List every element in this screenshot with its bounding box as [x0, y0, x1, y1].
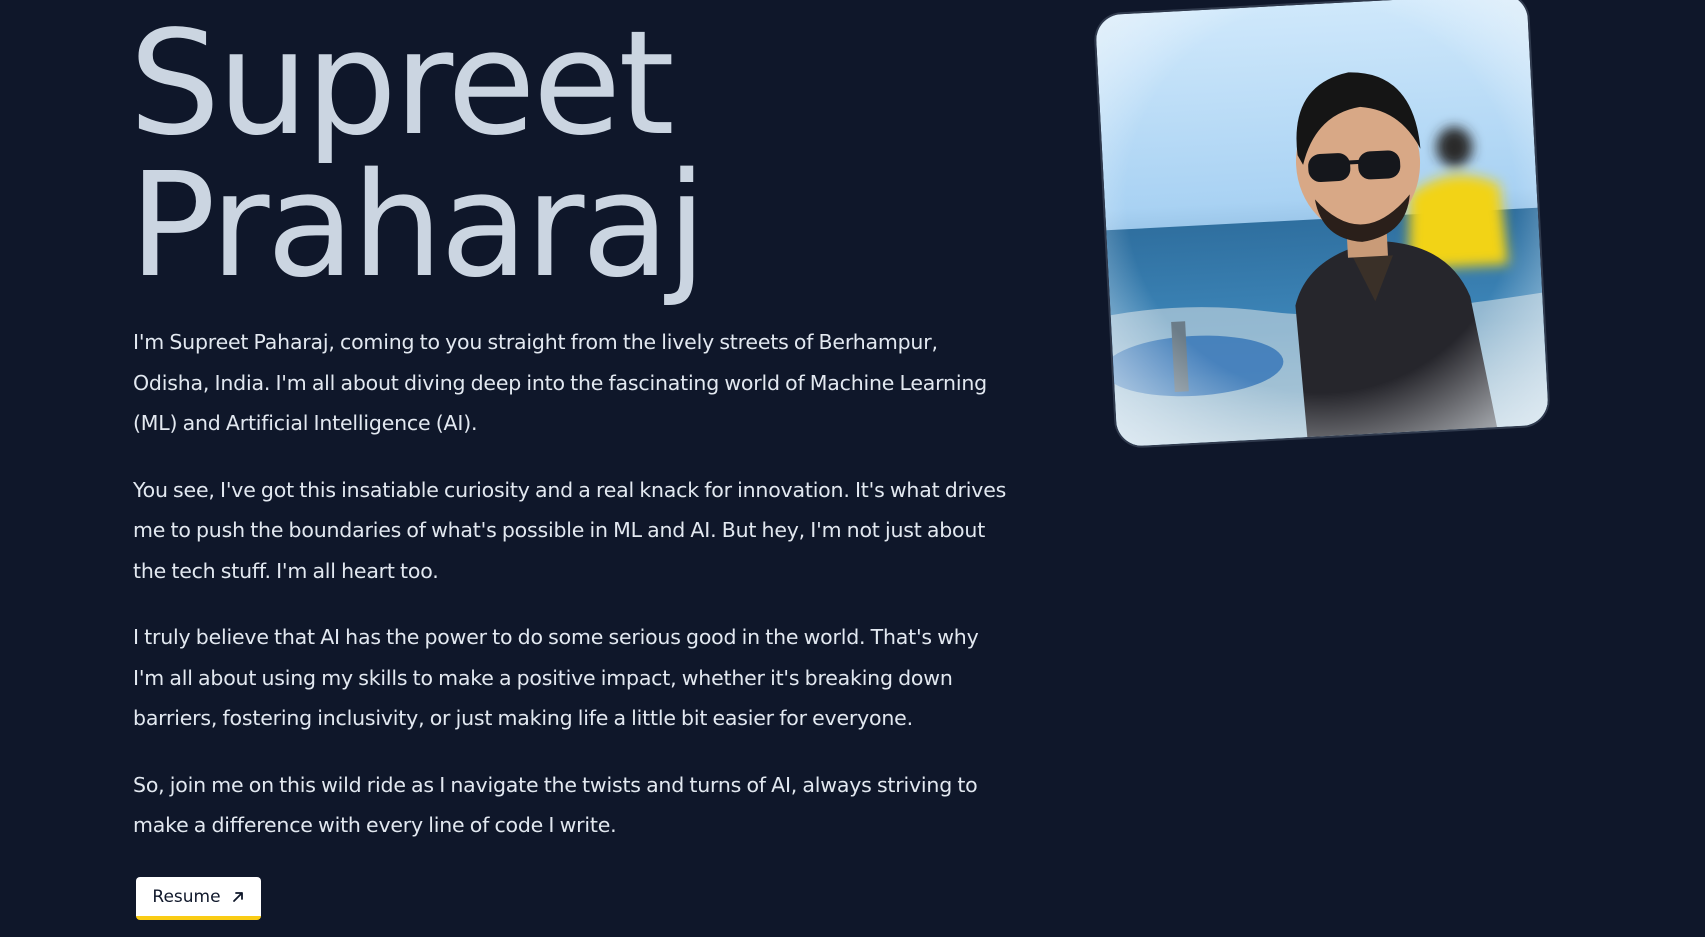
page: Supreet Praharaj I'm Supreet Paharaj, co… [0, 0, 1705, 937]
hero-name: Supreet Praharaj [129, 0, 949, 309]
profile-photo-illustration [1094, 0, 1550, 448]
arrow-up-right-icon [231, 890, 245, 904]
bio-paragraph: I'm Supreet Paharaj, coming to you strai… [133, 330, 987, 435]
hero-last-name: Praharaj [129, 141, 707, 309]
bio-paragraph: I truly believe that AI has the power to… [133, 625, 979, 730]
resume-button[interactable]: Resume [136, 877, 261, 920]
bio-paragraph: So, join me on this wild ride as I navig… [133, 772, 978, 838]
bio-section: I'm Supreet Paharaj, coming to you strai… [133, 322, 1013, 872]
profile-photo [1094, 0, 1550, 448]
resume-button-label: Resume [152, 886, 221, 907]
bio-paragraph: You see, I've got this insatiable curios… [133, 477, 1007, 583]
hero-first-name: Supreet [129, 0, 675, 167]
